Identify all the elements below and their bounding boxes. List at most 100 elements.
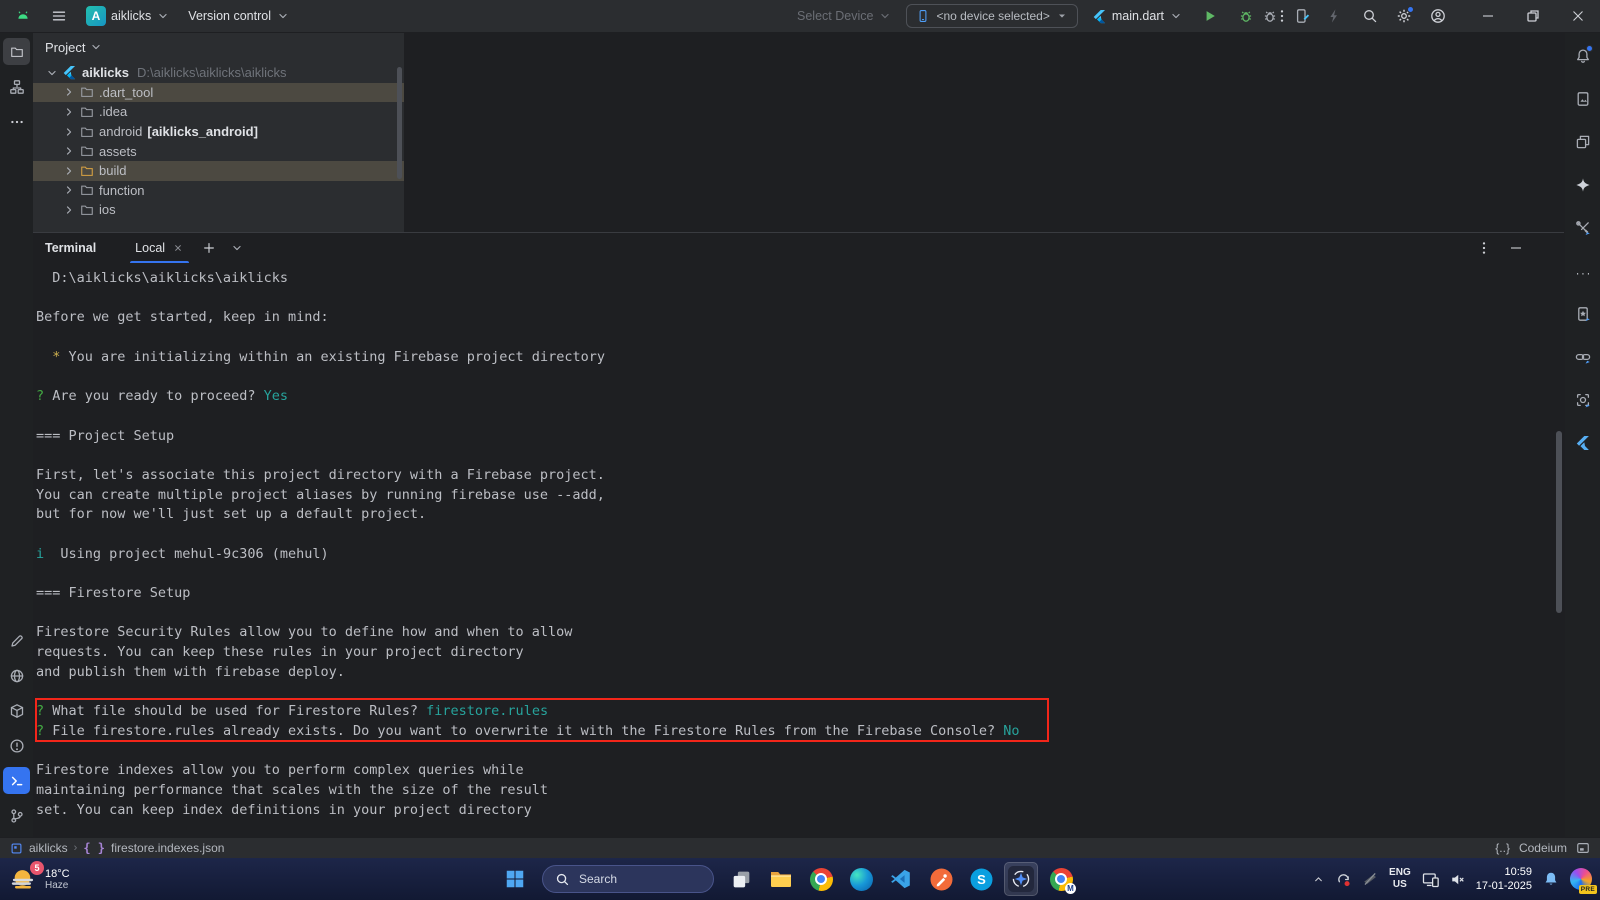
taskbar-app-android-studio[interactable]	[1004, 862, 1038, 896]
search-everywhere-button[interactable]	[1357, 3, 1383, 29]
dart-globe-icon	[9, 668, 25, 684]
terminal-line	[36, 604, 1564, 624]
settings-button[interactable]	[1391, 3, 1417, 29]
chevron-down-icon[interactable]	[43, 66, 60, 80]
project-panel-header[interactable]: Project	[33, 33, 404, 61]
terminal-more-button[interactable]	[1476, 240, 1492, 256]
window-restore-button[interactable]	[1510, 0, 1555, 32]
tool-button-package[interactable]	[3, 697, 30, 724]
tree-item-aiklicks[interactable]: aiklicksD:\aiklicks\aiklicks\aiklicks	[33, 63, 404, 83]
run-button[interactable]	[1197, 3, 1223, 29]
hamburger-icon	[51, 8, 67, 24]
tool-button-app-inspection[interactable]	[1569, 214, 1596, 241]
tool-button-structure-braces[interactable]: {...}	[1569, 257, 1596, 284]
terminal-output[interactable]: D:\aiklicks\aiklicks\aiklicks Before we …	[33, 263, 1564, 837]
tool-button-edit[interactable]	[3, 627, 30, 654]
tool-button-notifications[interactable]	[1569, 42, 1596, 69]
copilot-button[interactable]: PRE	[1570, 868, 1592, 890]
main-menu-button[interactable]	[46, 3, 72, 29]
chevron-right-icon[interactable]	[60, 164, 77, 178]
language-switcher[interactable]: ENG US	[1389, 867, 1411, 891]
tool-button-resource-manager[interactable]	[1569, 128, 1596, 155]
clock[interactable]: 10:59 17-01-2025	[1476, 865, 1532, 894]
tool-button-device-manager[interactable]	[1569, 85, 1596, 112]
taskbar-app-skype[interactable]: S	[964, 862, 998, 896]
tool-button-flutter-performance[interactable]	[1569, 429, 1596, 456]
version-control-widget[interactable]: Version control	[184, 6, 294, 26]
taskbar-app-file-explorer[interactable]	[764, 862, 798, 896]
terminal-minimize-button[interactable]	[1508, 240, 1524, 256]
new-terminal-button[interactable]	[197, 236, 221, 260]
terminal-title[interactable]: Terminal	[45, 241, 96, 255]
tool-button-app-quality-insights[interactable]	[1569, 300, 1596, 327]
flutter-performance-icon	[1575, 435, 1591, 451]
chevron-right-icon[interactable]	[60, 85, 77, 99]
tree-item-android[interactable]: android[aiklicks_android]	[33, 122, 404, 142]
terminal-line: First, let's associate this project dire…	[36, 466, 1564, 486]
tree-item-ios[interactable]: ios	[33, 200, 404, 220]
taskbar-app-postman[interactable]	[924, 862, 958, 896]
taskbar-app-task-view[interactable]	[724, 862, 758, 896]
taskbar-app-vscode[interactable]	[884, 862, 918, 896]
tree-item-function[interactable]: function	[33, 181, 404, 201]
chevron-right-icon[interactable]	[60, 125, 77, 139]
tab-close-icon[interactable]	[172, 242, 184, 254]
chevron-right-icon[interactable]	[60, 144, 77, 158]
sync-alert-icon[interactable]	[1336, 872, 1351, 887]
profile-button[interactable]	[1425, 3, 1451, 29]
tree-item-assets[interactable]: assets	[33, 141, 404, 161]
taskbar-app-chrome-m[interactable]: M	[1044, 862, 1078, 896]
taskbar-app-edge[interactable]	[844, 862, 878, 896]
main-area: Project aiklicksD:\aiklicks\aiklicks\aik…	[0, 33, 1600, 837]
tray-chevron-up-icon[interactable]	[1312, 873, 1325, 886]
project-widget[interactable]: A aiklicks	[82, 3, 174, 29]
window-minimize-button[interactable]	[1465, 0, 1510, 32]
chevron-right-icon[interactable]	[60, 203, 77, 217]
lightning-icon[interactable]	[1321, 3, 1347, 29]
tree-item-build[interactable]: build	[33, 161, 404, 181]
project-scrollbar[interactable]	[397, 67, 402, 179]
tree-item--idea[interactable]: .idea	[33, 102, 404, 122]
profile-badge: M	[1065, 883, 1076, 894]
tool-button-problems[interactable]	[3, 732, 30, 759]
window-close-button[interactable]	[1555, 0, 1600, 32]
tool-button-project-folder[interactable]	[3, 38, 30, 65]
tool-button-terminal[interactable]	[3, 767, 30, 794]
taskbar-app-chrome[interactable]	[804, 862, 838, 896]
terminal-line	[36, 367, 1564, 387]
select-device-dropdown[interactable]: Select Device	[793, 6, 896, 26]
search-placeholder: Search	[579, 872, 617, 886]
tool-button-structure[interactable]	[3, 73, 30, 100]
tool-button-dart-globe[interactable]	[3, 662, 30, 689]
chevron-right-icon[interactable]	[60, 183, 77, 197]
cast-device-icon[interactable]	[1422, 871, 1439, 888]
tool-button-git-branch[interactable]	[3, 802, 30, 829]
tool-button-ui-check[interactable]	[1569, 386, 1596, 413]
weather-widget[interactable]: 5 18°C Haze	[0, 866, 70, 893]
terminal-line	[36, 289, 1564, 309]
terminal-tab-local[interactable]: Local	[126, 233, 193, 263]
start-button[interactable]	[498, 862, 532, 896]
notifications-bell-icon[interactable]	[1543, 871, 1559, 887]
project-name: aiklicks	[111, 9, 151, 23]
breadcrumb-project[interactable]: aiklicks	[29, 841, 68, 855]
search-icon	[555, 872, 570, 887]
debug-button[interactable]	[1233, 3, 1259, 29]
taskbar-search[interactable]: Search	[542, 865, 714, 893]
codeium-label[interactable]: Codeium	[1519, 841, 1567, 855]
run-configuration[interactable]: main.dart	[1088, 6, 1187, 27]
terminal-scrollbar[interactable]	[1556, 431, 1562, 613]
attach-debugger-button[interactable]	[1257, 3, 1283, 29]
device-mirror-button[interactable]	[1289, 3, 1315, 29]
tool-button-deep-links[interactable]	[1569, 343, 1596, 370]
terminal-options-chevron[interactable]	[225, 236, 249, 260]
breadcrumb-file[interactable]: firestore.indexes.json	[111, 841, 224, 855]
device-selector-combo[interactable]: <no device selected>	[906, 4, 1077, 28]
offline-icon[interactable]	[1362, 871, 1378, 887]
tool-button-gemini[interactable]	[1569, 171, 1596, 198]
screen-reader-icon[interactable]	[1576, 841, 1590, 855]
chevron-right-icon[interactable]	[60, 105, 77, 119]
volume-muted-icon[interactable]	[1450, 872, 1465, 887]
tree-item--dart-tool[interactable]: .dart_tool	[33, 83, 404, 103]
tool-button-more-horizontal[interactable]	[3, 108, 30, 135]
